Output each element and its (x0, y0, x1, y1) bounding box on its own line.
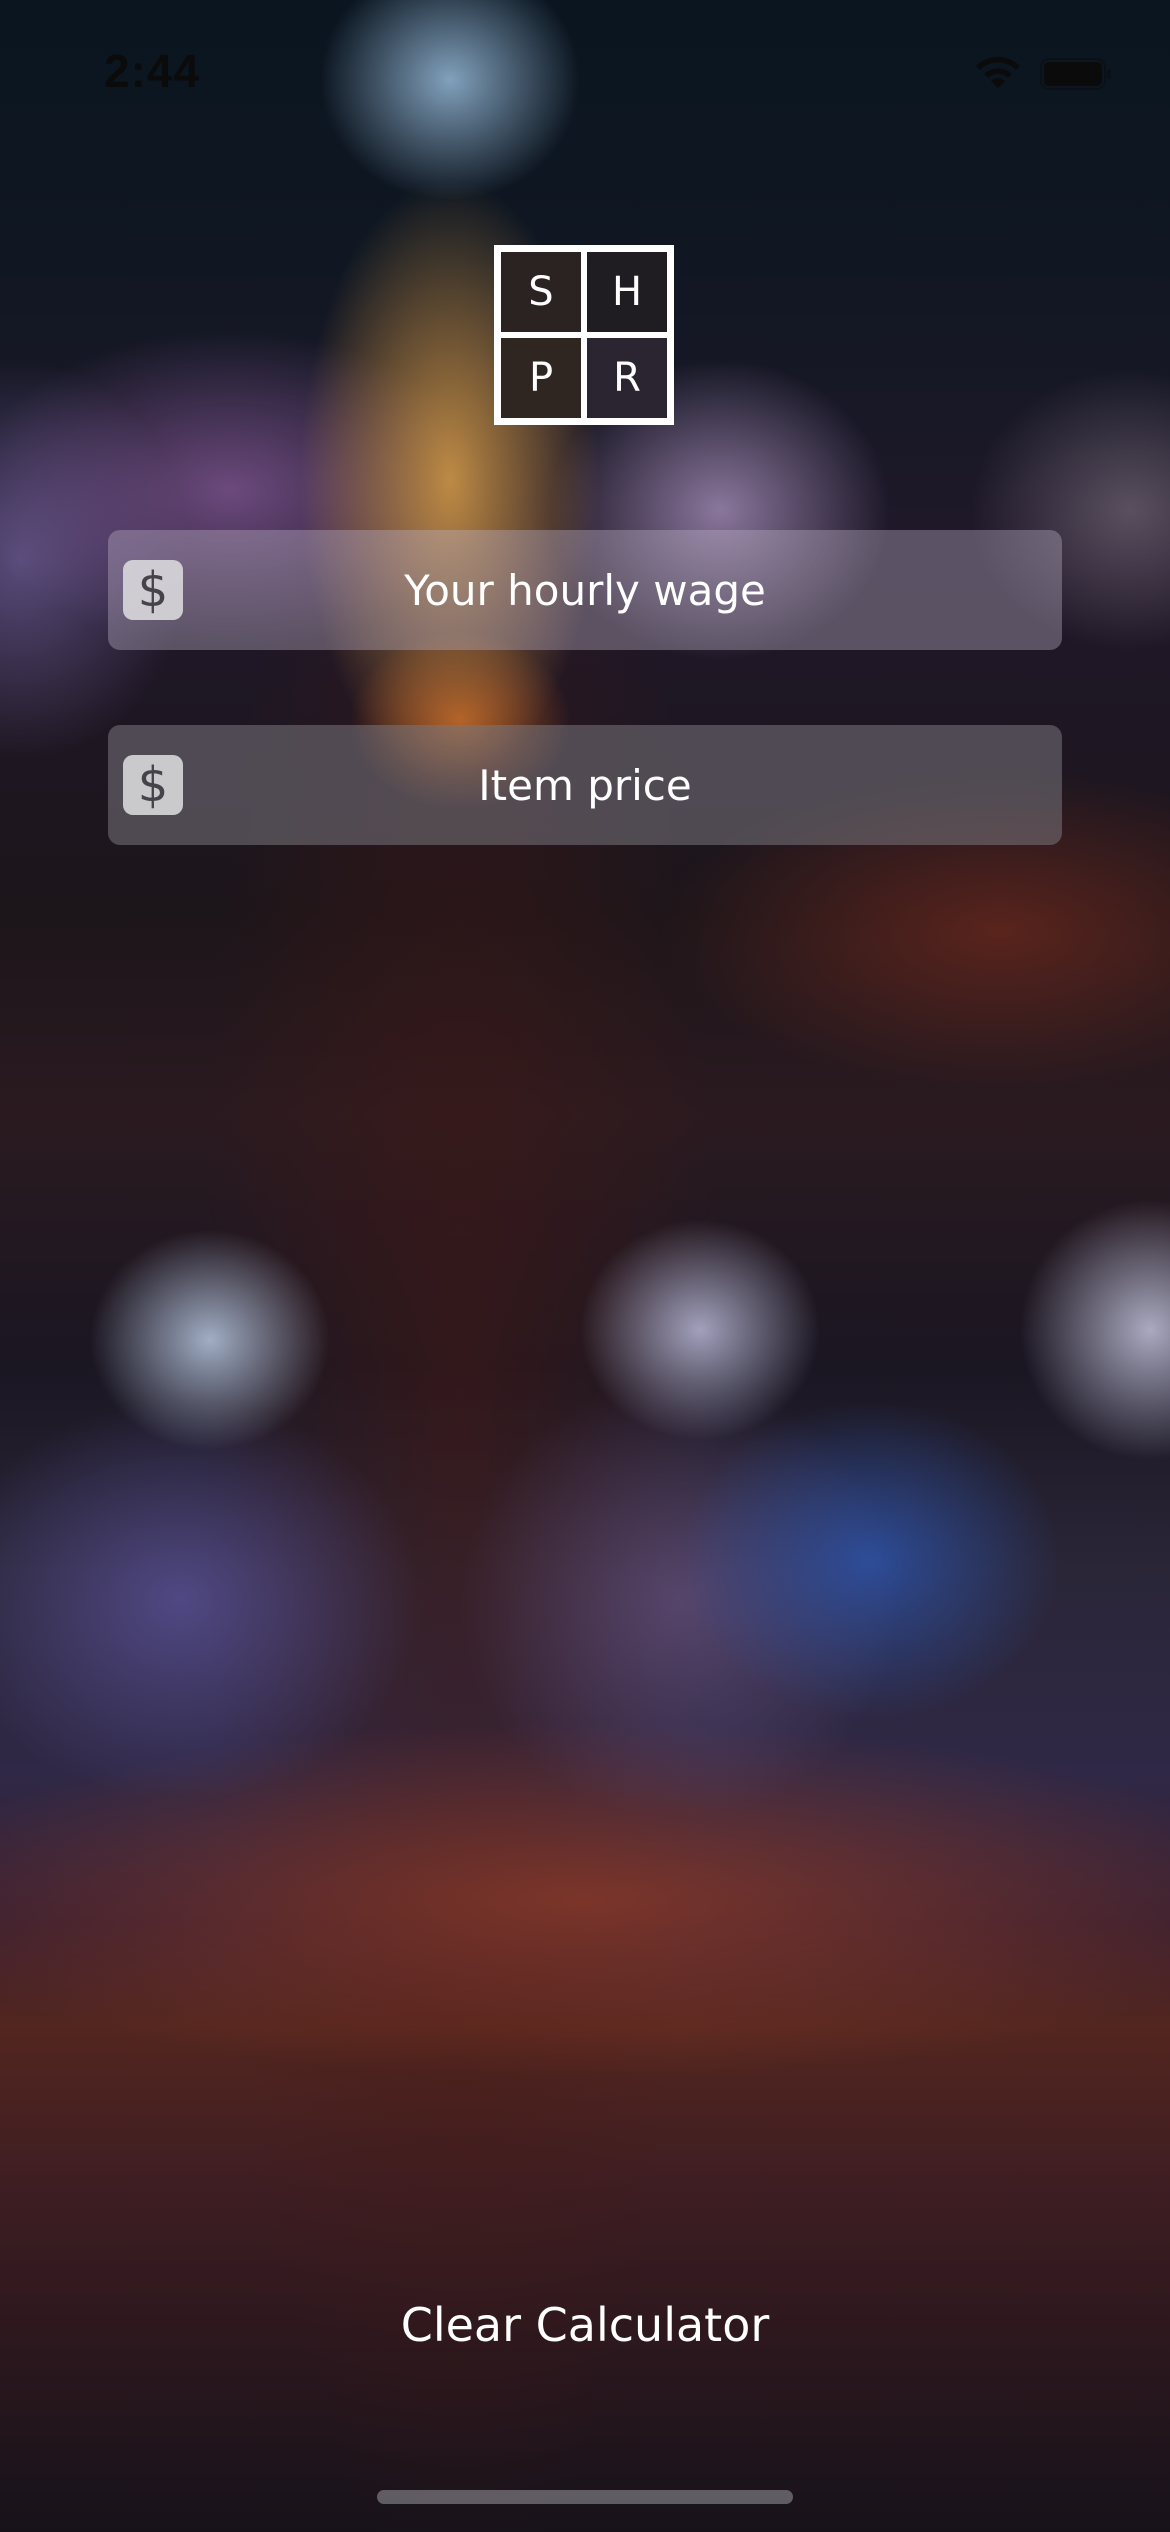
logo-letter-s: S (501, 252, 581, 332)
clear-calculator-button[interactable]: Clear Calculator (335, 2290, 835, 2360)
logo-letter-r: R (587, 338, 667, 418)
hourly-wage-input[interactable]: $ Your hourly wage (108, 530, 1062, 650)
status-time: 2:44 (104, 45, 201, 97)
home-indicator[interactable] (377, 2490, 793, 2504)
item-price-input[interactable]: $ Item price (108, 725, 1062, 845)
screen: 2:44 S H P R $ Your hourly wage $ Item p… (0, 0, 1170, 2532)
wifi-icon (976, 56, 1020, 88)
item-price-placeholder: Item price (478, 760, 692, 810)
battery-icon (1040, 58, 1111, 90)
shpr-logo: S H P R (494, 245, 674, 425)
hourly-wage-placeholder: Your hourly wage (404, 565, 766, 615)
status-bar: 2:44 (0, 0, 1170, 140)
logo-letter-p: P (501, 338, 581, 418)
logo-letter-h: H (587, 252, 667, 332)
